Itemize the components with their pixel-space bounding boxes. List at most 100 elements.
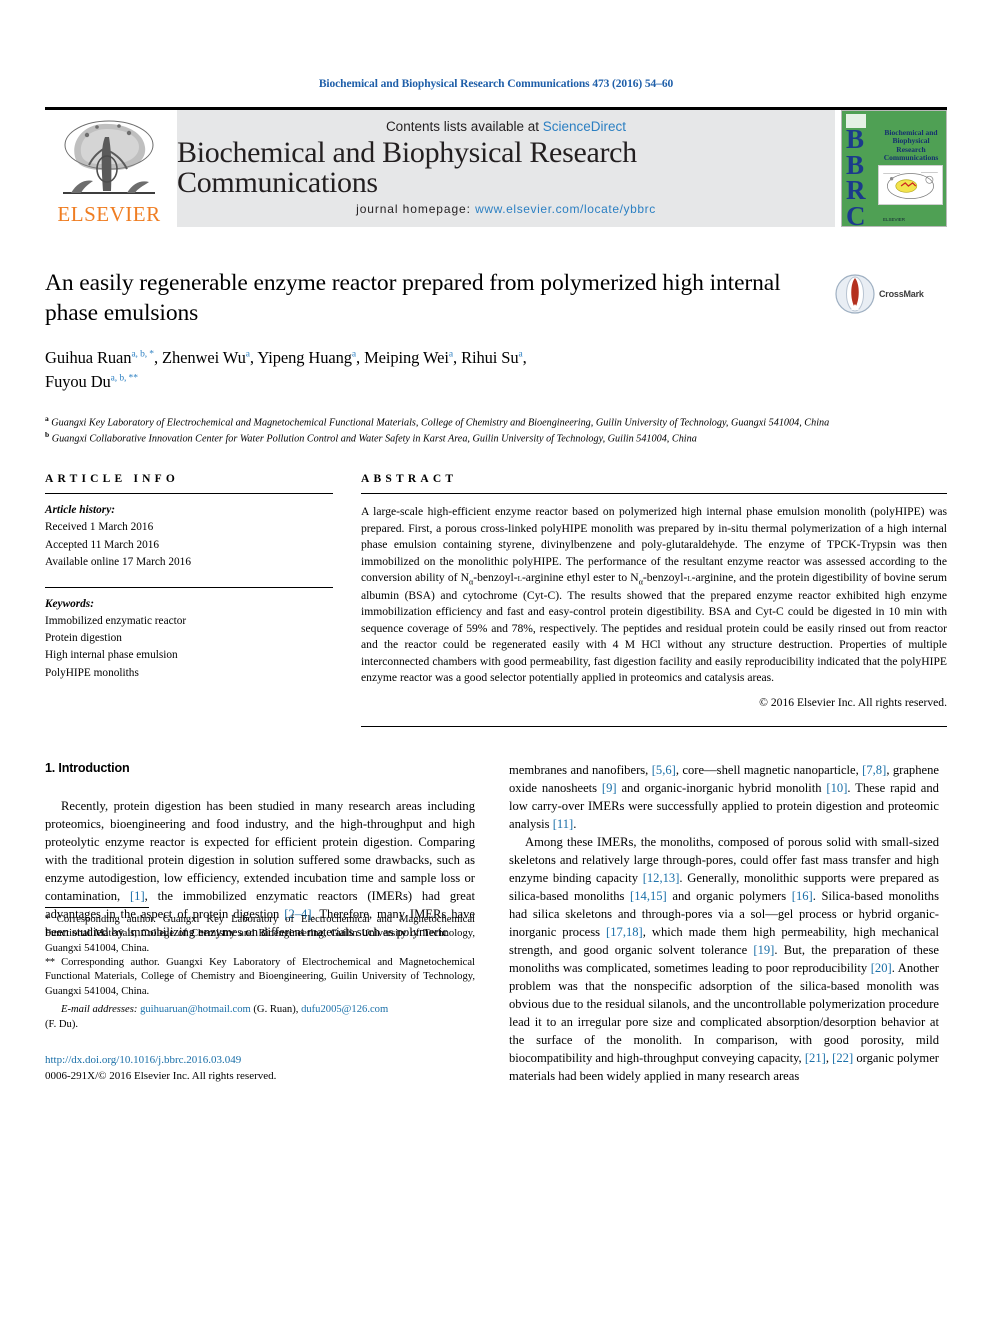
affiliation-item: a Guangxi Key Laboratory of Electrochemi…: [45, 414, 947, 431]
journal-cover-thumbnail: BBRC Biochemical and Biophysical Researc…: [841, 110, 947, 227]
title-block: An easily regenerable enzyme reactor pre…: [45, 269, 947, 394]
citation-ref[interactable]: [7,8]: [862, 763, 886, 777]
citation-ref[interactable]: [22]: [832, 1051, 853, 1065]
page-title: An easily regenerable enzyme reactor pre…: [45, 270, 781, 326]
journal-homepage-line: journal homepage: www.elsevier.com/locat…: [356, 202, 656, 216]
affiliation-mark: a: [45, 413, 49, 423]
paragraph-text: and organic polymers: [666, 888, 792, 903]
affiliation-mark: b: [45, 430, 50, 440]
citation-ref[interactable]: [5,6]: [652, 763, 676, 777]
citation-ref[interactable]: [1]: [130, 889, 145, 903]
footnote-corresponding-1: * Corresponding author. Guangxi Key Labo…: [45, 913, 475, 956]
footnote-corresponding-2: ** Corresponding author. Guangxi Key Lab…: [45, 956, 475, 999]
author-marks: a: [448, 349, 454, 360]
citation-ref[interactable]: [12,13]: [643, 871, 680, 885]
author-name: Meiping Wei: [364, 347, 449, 367]
email-link-2[interactable]: dufu2005@126.com: [301, 1004, 388, 1015]
doi-block: http://dx.doi.org/10.1016/j.bbrc.2016.03…: [45, 1052, 475, 1085]
journal-title: Biochemical and Biophysical Research Com…: [177, 136, 637, 199]
citation-ref[interactable]: [10]: [826, 781, 847, 795]
crossmark-badge[interactable]: CrossMark: [835, 271, 947, 317]
email-owner-2: (F. Du).: [45, 1018, 78, 1030]
body-column-left: 1. Introduction Recently, protein digest…: [45, 761, 475, 1085]
keyword-item: Protein digestion: [45, 632, 122, 645]
paragraph-text: Recently, protein digestion has been stu…: [45, 798, 475, 903]
crossmark-label: CrossMark: [879, 289, 924, 299]
author-name: Fuyou Du: [45, 371, 111, 391]
doi-link[interactable]: http://dx.doi.org/10.1016/j.bbrc.2016.03…: [45, 1052, 475, 1069]
paragraph-text: membranes and nanofibers,: [509, 762, 652, 777]
paragraph-text: , core—shell magnetic nanoparticle,: [675, 762, 863, 777]
abstract-column: ABSTRACT A large-scale high-efficient en…: [361, 473, 947, 727]
footnote-emails: E-mail addresses: guihuaruan@hotmail.com…: [45, 1003, 475, 1032]
author-marks: a: [245, 349, 250, 360]
history-item: Received 1 March 2016: [45, 521, 154, 534]
article-history-label: Article history:: [45, 504, 115, 517]
citation-ref[interactable]: [16]: [792, 889, 813, 903]
email-owner-1: (G. Ruan),: [253, 1004, 299, 1016]
affiliation-item: b Guangxi Collaborative Innovation Cente…: [45, 430, 947, 447]
abstract-body: A large-scale high-efficient enzyme reac…: [361, 494, 947, 712]
keyword-item: PolyHIPE monoliths: [45, 666, 139, 679]
article-info-heading: ARTICLE INFO: [45, 473, 180, 486]
contents-available-line: Contents lists available at ScienceDirec…: [386, 119, 626, 134]
elsevier-wordmark: ELSEVIER: [57, 202, 161, 226]
citation-ref[interactable]: [17,18]: [606, 925, 643, 939]
crossmark-icon: [835, 274, 875, 314]
email-link-1[interactable]: guihuaruan@hotmail.com: [140, 1004, 251, 1015]
abstract-text-e: -arginine, and the protein digestibility…: [361, 571, 947, 685]
history-item: Accepted 11 March 2016: [45, 538, 160, 551]
footnote-text: Corresponding author. Guangxi Key Labora…: [45, 956, 475, 997]
citation-ref[interactable]: [14,15]: [630, 889, 667, 903]
footnotes-block: * Corresponding author. Guangxi Key Labo…: [45, 906, 475, 1085]
homepage-url[interactable]: www.elsevier.com/locate/ybbrc: [475, 202, 656, 216]
author-list: Guihua Ruana, b, *, Zhenwei Wua, Yipeng …: [45, 347, 527, 391]
citation-ref[interactable]: [19]: [753, 943, 774, 957]
citation-ref[interactable]: [11]: [553, 817, 574, 831]
author-marks: a, b, **: [110, 373, 138, 384]
affiliation-list: a Guangxi Key Laboratory of Electrochemi…: [45, 414, 947, 448]
author-name: Zhenwei Wu: [162, 347, 246, 367]
paragraph-text: .: [573, 816, 577, 831]
cover-cell-diagram-icon: [883, 172, 938, 200]
cover-footer-text: ELSEVIER: [882, 217, 905, 222]
elsevier-tree-icon: [63, 120, 155, 194]
history-item: Available online 17 March 2016: [45, 555, 191, 568]
contents-prefix: Contents lists available at: [385, 119, 543, 134]
abstract-heading: ABSTRACT: [361, 473, 458, 486]
journal-masthead: ELSEVIER Contents lists available at Sci…: [45, 110, 947, 227]
abstract-text-d: -benzoyl-: [642, 571, 688, 585]
elsevier-logo: ELSEVIER: [45, 110, 173, 227]
body-columns: 1. Introduction Recently, protein digest…: [45, 761, 947, 1085]
citation-ref[interactable]: [9]: [602, 781, 617, 795]
author-marks: a: [518, 349, 523, 360]
running-head: Biochemical and Biophysical Research Com…: [318, 78, 674, 90]
keyword-item: Immobilized enzymatic reactor: [45, 615, 187, 628]
info-abstract-section: ARTICLE INFO Article history: Received 1…: [45, 473, 947, 727]
email-addresses-label: E-mail addresses:: [61, 1004, 138, 1016]
issn-copyright: 0006-291X/© 2016 Elsevier Inc. All right…: [45, 1070, 277, 1083]
footnote-rule: [45, 906, 149, 908]
body-column-right: membranes and nanofibers, [5,6], core—sh…: [509, 761, 939, 1085]
cover-bbrc-letters: BBRC: [846, 124, 866, 227]
abstract-copyright: © 2016 Elsevier Inc. All rights reserved…: [759, 696, 947, 710]
abstract-text-b: -benzoyl-: [473, 571, 518, 585]
footnote-mark: **: [45, 956, 55, 968]
author-name: Yipeng Huang: [257, 347, 352, 367]
article-page: Biochemical and Biophysical Research Com…: [0, 0, 992, 1323]
footnote-text: Corresponding author. Guangxi Key Labora…: [45, 913, 475, 954]
author-name: Guihua Ruan: [45, 347, 132, 367]
article-info-column: ARTICLE INFO Article history: Received 1…: [45, 473, 333, 727]
abstract-paragraph: A large-scale high-efficient enzyme reac…: [361, 504, 947, 686]
keywords-label: Keywords:: [45, 597, 94, 610]
author-marks: a: [351, 349, 357, 360]
sciencedirect-link[interactable]: ScienceDirect: [543, 119, 626, 134]
keyword-item: High internal phase emulsion: [45, 649, 178, 662]
paragraph-text: . Another problem was that the nonspecif…: [509, 960, 939, 1065]
citation-ref[interactable]: [21]: [805, 1051, 826, 1065]
intro-paragraph-2: membranes and nanofibers, [5,6], core—sh…: [509, 761, 939, 833]
abstract-text-c: -arginine ethyl ester to N: [521, 571, 639, 585]
section-heading-introduction: 1. Introduction: [45, 760, 130, 775]
citation-ref[interactable]: [20]: [871, 961, 892, 975]
homepage-label: journal homepage:: [356, 202, 476, 216]
